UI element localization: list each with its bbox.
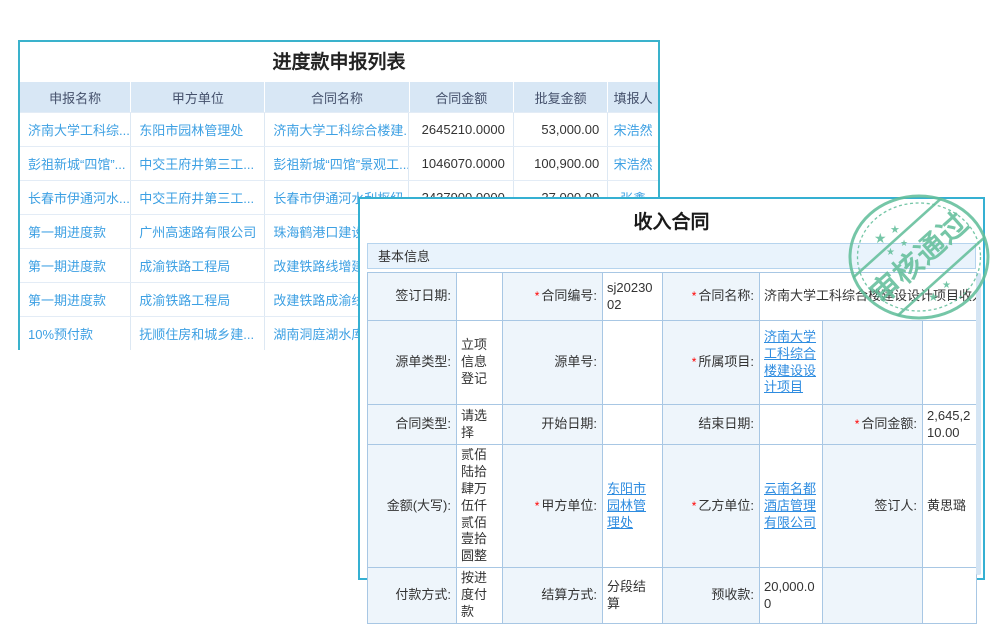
form-field-label (823, 568, 923, 624)
form-field-label: 合同类型: (368, 405, 457, 445)
form-row: 合同类型:请选择开始日期: 结束日期: *合同金额:2,645,210.00 (368, 405, 977, 445)
declaration-name-link[interactable]: 第一期进度款 (20, 215, 131, 248)
form-field-value (603, 405, 663, 445)
required-asterisk: * (692, 499, 697, 513)
contract-form-body: 签订日期: *合同编号:sj2023002*合同名称:济南大学工科综合楼建设设计项… (368, 273, 977, 624)
form-field-value: 济南大学工科综合楼建设设计项目 (760, 321, 823, 405)
declaration-name-link[interactable]: 济南大学工科综... (20, 113, 131, 146)
form-field-value (923, 321, 977, 405)
form-field-label: 付款方式: (368, 568, 457, 624)
list-column-header: 批复金额 (514, 82, 608, 112)
form-row: 金额(大写):贰佰陆拾肆万伍仟贰佰壹拾圆整*甲方单位:东阳市园林管理处 *乙方单位… (368, 445, 977, 568)
table-row: 彭祖新城“四馆”...中交王府井第三工...彭祖新城“四馆”景观工...1046… (20, 146, 658, 180)
form-field-value: 按进度付款 (457, 568, 503, 624)
form-field-value (457, 273, 503, 321)
form-field-value: 云南名都酒店管理有限公司 (760, 445, 823, 568)
table-row: 济南大学工科综...东阳市园林管理处济南大学工科综合楼建...2645210.0… (20, 112, 658, 146)
declaration-name-link[interactable]: 第一期进度款 (20, 249, 131, 282)
form-field-value: 请选择 (457, 405, 503, 445)
form-field-value (603, 321, 663, 405)
form-field-label: 源单类型: (368, 321, 457, 405)
vertical-scrollbar[interactable] (976, 273, 981, 575)
approved-amount-cell: 100,900.00 (514, 147, 608, 180)
contract-name-link[interactable]: 济南大学工科综合楼建... (265, 113, 409, 146)
party-a-unit-link[interactable]: 东阳市园林管理处 (131, 113, 265, 146)
form-row: 签订日期: *合同编号:sj2023002*合同名称:济南大学工科综合楼建设设计项… (368, 273, 977, 321)
required-asterisk: * (535, 499, 540, 513)
form-field-label: 金额(大写): (368, 445, 457, 568)
form-field-label: *甲方单位: (503, 445, 603, 568)
party-b-link[interactable]: 云南名都酒店管理有限公司 (764, 481, 816, 530)
party-a-unit-link[interactable]: 广州高速路有限公司 (131, 215, 265, 248)
party-a-unit-link[interactable]: 抚顺住房和城乡建... (131, 317, 265, 350)
form-field-label: *乙方单位: (663, 445, 760, 568)
contract-amount-cell: 1046070.0000 (409, 147, 513, 180)
list-column-header: 合同名称 (265, 82, 409, 112)
declaration-name-link[interactable]: 长春市伊通河水... (20, 181, 131, 214)
form-field-label: *合同金额: (823, 405, 923, 445)
party-a-link[interactable]: 东阳市园林管理处 (607, 481, 646, 530)
form-row: 源单类型:立项信息登记源单号: *所属项目:济南大学工科综合楼建设设计项目 (368, 321, 977, 405)
form-field-label: 开始日期: (503, 405, 603, 445)
form-field-label (823, 321, 923, 405)
declaration-name-link[interactable]: 第一期进度款 (20, 283, 131, 316)
party-a-unit-link[interactable]: 成渝铁路工程局 (131, 283, 265, 316)
filler-name-cell: 宋浩然 (608, 113, 658, 146)
form-field-label: 签订人: (823, 445, 923, 568)
required-asterisk: * (855, 417, 860, 431)
form-field-value: 黄思璐 (923, 445, 977, 568)
declaration-name-link[interactable]: 10%预付款 (20, 317, 131, 350)
project-link[interactable]: 济南大学工科综合楼建设设计项目 (764, 329, 816, 395)
form-field-label: *合同名称: (663, 273, 760, 321)
form-field-value: 济南大学工科综合楼建设设计项目收入合同 (760, 273, 977, 321)
form-field-value: 2,645,210.00 (923, 405, 977, 445)
required-asterisk: * (535, 289, 540, 303)
list-column-header: 填报人 (608, 82, 658, 112)
list-header: 申报名称甲方单位合同名称合同金额批复金额填报人 (20, 82, 658, 112)
form-field-label: 签订日期: (368, 273, 457, 321)
form-field-value (923, 568, 977, 624)
required-asterisk: * (692, 289, 697, 303)
contract-form-table: 签订日期: *合同编号:sj2023002*合同名称:济南大学工科综合楼建设设计项… (367, 272, 977, 624)
declaration-name-link[interactable]: 彭祖新城“四馆”... (20, 147, 131, 180)
list-column-header: 甲方单位 (131, 82, 265, 112)
list-column-header: 申报名称 (20, 82, 131, 112)
form-field-value: 东阳市园林管理处 (603, 445, 663, 568)
form-field-label: 源单号: (503, 321, 603, 405)
form-field-label: 结算方式: (503, 568, 603, 624)
required-asterisk: * (692, 355, 697, 369)
list-column-header: 合同金额 (410, 82, 514, 112)
form-field-value (760, 405, 823, 445)
approved-amount-cell: 53,000.00 (514, 113, 608, 146)
section-basic-info: 基本信息 (367, 243, 976, 269)
form-field-value: sj2023002 (603, 273, 663, 321)
filler-name-cell: 宋浩然 (608, 147, 658, 180)
form-field-label: 结束日期: (663, 405, 760, 445)
form-field-value: 20,000.00 (760, 568, 823, 624)
form-field-label: 预收款: (663, 568, 760, 624)
list-title: 进度款申报列表 (20, 42, 658, 82)
contract-title: 收入合同 (360, 199, 983, 243)
form-field-label: *合同编号: (503, 273, 603, 321)
form-row: 付款方式:按进度付款结算方式:分段结算预收款:20,000.00 (368, 568, 977, 624)
form-field-value: 立项信息登记 (457, 321, 503, 405)
form-field-value: 贰佰陆拾肆万伍仟贰佰壹拾圆整 (457, 445, 503, 568)
income-contract-panel: 收入合同 基本信息 签订日期: *合同编号:sj2023002*合同名称:济南大学… (358, 197, 985, 580)
form-field-value: 分段结算 (603, 568, 663, 624)
party-a-unit-link[interactable]: 中交王府井第三工... (131, 181, 265, 214)
contract-name-link[interactable]: 彭祖新城“四馆”景观工... (265, 147, 409, 180)
contract-amount-cell: 2645210.0000 (409, 113, 513, 146)
form-field-label: *所属项目: (663, 321, 760, 405)
party-a-unit-link[interactable]: 中交王府井第三工... (131, 147, 265, 180)
party-a-unit-link[interactable]: 成渝铁路工程局 (131, 249, 265, 282)
